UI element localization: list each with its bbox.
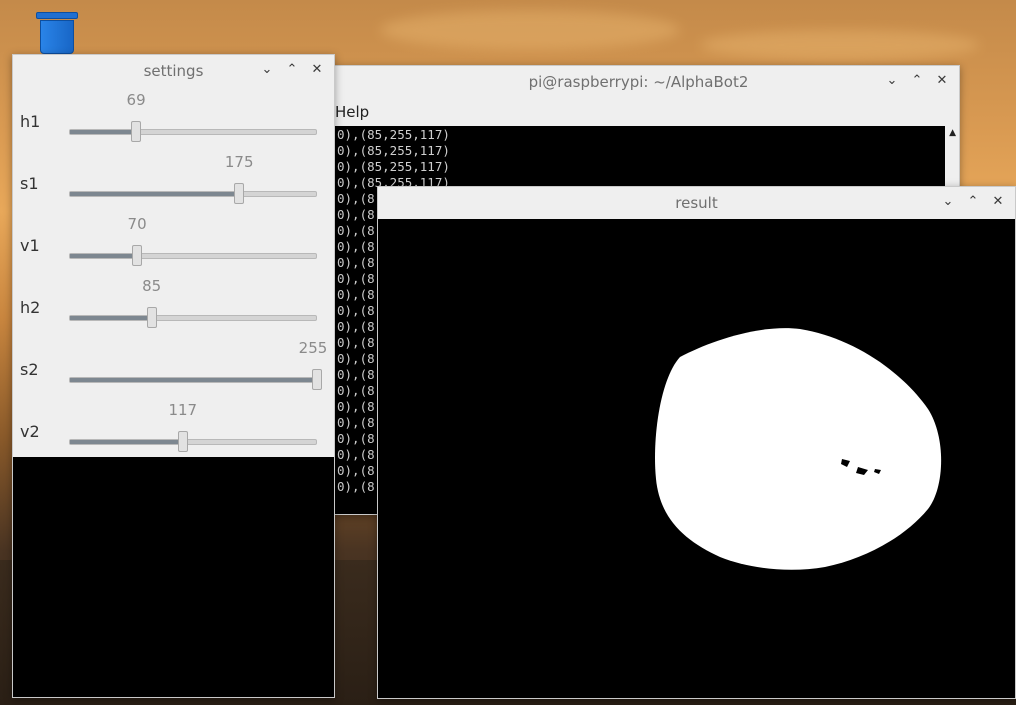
chevron-down-icon[interactable]: ⌄: [939, 193, 957, 211]
chevron-up-icon[interactable]: ⌃: [964, 193, 982, 211]
chevron-up-icon[interactable]: ⌃: [283, 61, 301, 79]
terminal-line: 0),(8: [337, 479, 375, 494]
trackbar-s2: s2 255: [13, 339, 334, 401]
trash-icon[interactable]: [36, 10, 78, 54]
trackbar-fill: [70, 440, 183, 444]
trackbar-groove[interactable]: [69, 439, 317, 445]
trackbar-value: 70: [127, 215, 147, 233]
trackbar-handle[interactable]: [177, 431, 188, 452]
mask-blob-image: [655, 328, 942, 570]
terminal-line: 0),(8: [337, 351, 375, 366]
terminal-line: 0),(8: [337, 399, 375, 414]
trackbar-label: h1: [20, 112, 41, 131]
trackbar-value: 255: [298, 339, 328, 357]
trackbar-h1: h1 69: [13, 91, 334, 153]
trackbar-v1: v1 70: [13, 215, 334, 277]
terminal-line: 0),(8: [337, 463, 375, 478]
close-icon[interactable]: ✕: [989, 193, 1007, 211]
terminal-title: pi@raspberrypi: ~/AlphaBot2: [528, 73, 749, 91]
trackbar-label: s1: [20, 174, 39, 193]
terminal-line: 0),(8: [337, 287, 375, 302]
terminal-menubar: Help: [318, 98, 959, 126]
trackbar-label: h2: [20, 298, 41, 317]
terminal-line: 0),(8: [337, 367, 375, 382]
trackbar-value: 69: [126, 91, 146, 109]
settings-window[interactable]: settings ⌄ ⌃ ✕ h1 69 s1 175 v1 70 h2 85 s2 255 v2 1…: [12, 54, 335, 698]
trackbar-handle[interactable]: [146, 307, 157, 328]
trackbar-label: s2: [20, 360, 39, 379]
trackbar-label: v1: [20, 236, 40, 255]
terminal-titlebar[interactable]: pi@raspberrypi: ~/AlphaBot2 ⌄ ⌃ ✕: [318, 66, 959, 98]
trackbar-fill: [70, 254, 138, 258]
trackbar-value: 117: [168, 401, 198, 419]
result-title: result: [675, 194, 718, 212]
scroll-up-arrow-icon[interactable]: ▲: [949, 128, 956, 138]
trackbar-value: 85: [142, 277, 162, 295]
chevron-up-icon[interactable]: ⌃: [908, 72, 926, 90]
trackbar-s1: s1 175: [13, 153, 334, 215]
trackbar-groove[interactable]: [69, 377, 317, 383]
trackbar-handle[interactable]: [132, 245, 143, 266]
trackbar-h2: h2 85: [13, 277, 334, 339]
wallpaper-cloud: [700, 30, 980, 60]
terminal-line: 0),(8: [337, 207, 375, 222]
trackbar-fill: [70, 378, 316, 382]
trackbar-fill: [70, 316, 152, 320]
menu-help[interactable]: Help: [335, 103, 369, 121]
chevron-down-icon[interactable]: ⌄: [258, 61, 276, 79]
terminal-line: 0),(85,255,117): [337, 127, 450, 142]
result-window[interactable]: result ⌄ ⌃ ✕: [377, 186, 1016, 699]
trackbar-value: 175: [224, 153, 254, 171]
terminal-line: 0),(8: [337, 303, 375, 318]
close-icon[interactable]: ✕: [308, 61, 326, 79]
terminal-line: 0),(8: [337, 431, 375, 446]
chevron-down-icon[interactable]: ⌄: [883, 72, 901, 90]
trackbar-groove[interactable]: [69, 315, 317, 321]
trackbar-label: v2: [20, 422, 40, 441]
wallpaper-cloud: [380, 10, 680, 50]
result-image: [380, 219, 1015, 698]
trackbar-handle[interactable]: [312, 369, 322, 390]
terminal-line: 0),(8: [337, 223, 375, 238]
trackbar-groove[interactable]: [69, 191, 317, 197]
terminal-line: 0),(85,255,117): [337, 143, 450, 158]
trackbar-groove[interactable]: [69, 129, 317, 135]
terminal-line: 0),(85,255,117): [337, 159, 450, 174]
trackbar-handle[interactable]: [131, 121, 142, 142]
terminal-line: 0),(8: [337, 255, 375, 270]
terminal-line: 0),(8: [337, 383, 375, 398]
terminal-line: 0),(8: [337, 335, 375, 350]
terminal-line: 0),(8: [337, 191, 375, 206]
trackbar-fill: [70, 192, 239, 196]
terminal-line: 0),(8: [337, 415, 375, 430]
trackbar-v2: v2 117: [13, 401, 334, 463]
trackbar-panel: h1 69 s1 175 v1 70 h2 85 s2 255 v2 117: [13, 87, 334, 457]
terminal-line: 0),(8: [337, 271, 375, 286]
trackbar-handle[interactable]: [234, 183, 245, 204]
trackbar-groove[interactable]: [69, 253, 317, 259]
close-icon[interactable]: ✕: [933, 72, 951, 90]
trackbar-fill: [70, 130, 137, 134]
result-titlebar[interactable]: result ⌄ ⌃ ✕: [378, 187, 1015, 219]
terminal-line: 0),(8: [337, 239, 375, 254]
terminal-line: 0),(8: [337, 447, 375, 462]
settings-titlebar[interactable]: settings ⌄ ⌃ ✕: [13, 55, 334, 87]
terminal-line: 0),(8: [337, 319, 375, 334]
